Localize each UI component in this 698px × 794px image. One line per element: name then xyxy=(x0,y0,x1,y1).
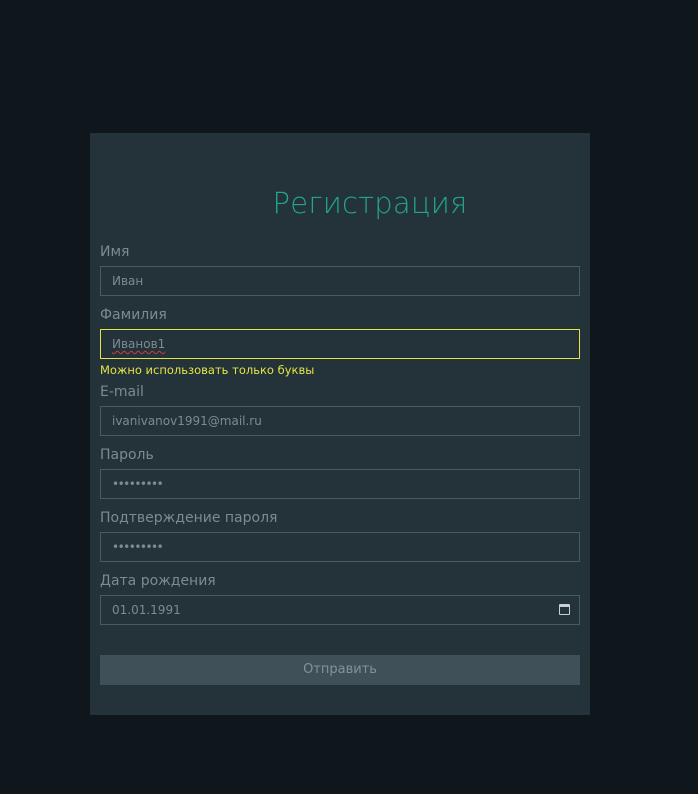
last-name-error: Можно использовать только буквы xyxy=(100,363,315,377)
password-value: ••••••••• xyxy=(112,477,164,491)
password-label: Пароль xyxy=(100,447,154,463)
email-label: E-mail xyxy=(100,384,144,400)
last-name-field[interactable]: Иванов1 xyxy=(100,329,580,359)
password-confirm-field[interactable]: ••••••••• xyxy=(100,532,580,562)
submit-button[interactable]: Отправить xyxy=(100,655,580,685)
first-name-field[interactable]: Иван xyxy=(100,266,580,296)
email-value: ivanivanov1991@mail.ru xyxy=(112,414,262,428)
password-field[interactable]: ••••••••• xyxy=(100,469,580,499)
last-name-value: Иванов1 xyxy=(112,337,166,351)
calendar-icon[interactable] xyxy=(559,604,570,615)
first-name-label: Имя xyxy=(100,244,130,260)
first-name-value: Иван xyxy=(112,274,144,288)
page-title: Регистрация xyxy=(272,186,468,220)
birth-date-field[interactable]: 01.01.1991 xyxy=(100,595,580,625)
password-confirm-value: ••••••••• xyxy=(112,540,164,554)
birth-date-label: Дата рождения xyxy=(100,573,216,589)
birth-date-value: 01.01.1991 xyxy=(112,603,181,617)
last-name-label: Фамилия xyxy=(100,307,167,323)
password-confirm-label: Подтверждение пароля xyxy=(100,510,278,526)
email-field[interactable]: ivanivanov1991@mail.ru xyxy=(100,406,580,436)
